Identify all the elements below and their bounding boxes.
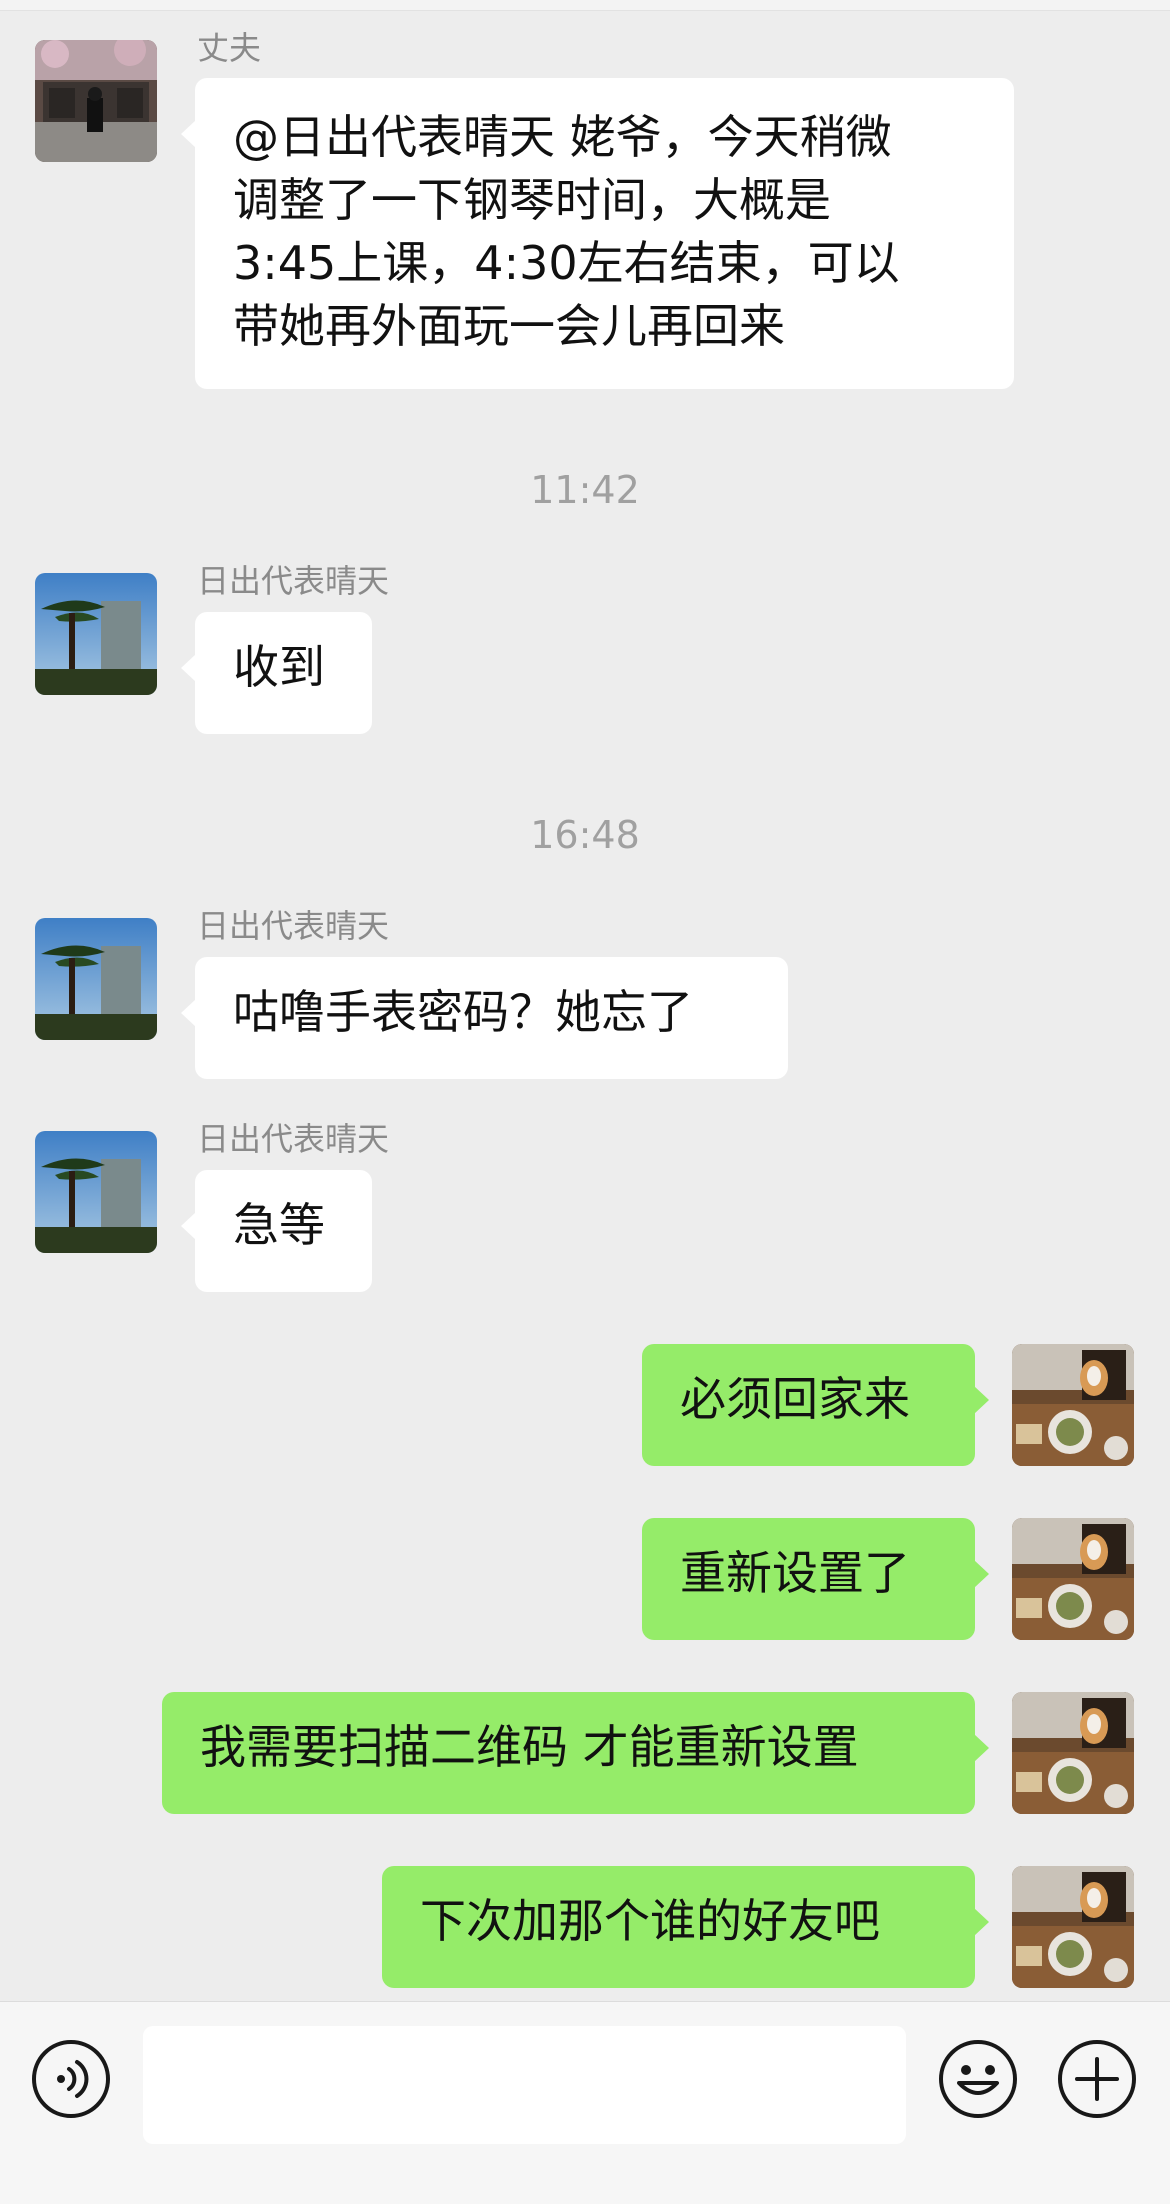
input-bar [0, 2001, 1170, 2204]
emoji-icon[interactable] [938, 2039, 1018, 2119]
timestamp: 16:48 [530, 813, 640, 857]
avatar-me[interactable] [1012, 1344, 1134, 1466]
message-bubble[interactable]: 必须回家来 [642, 1344, 989, 1466]
message-bubble[interactable]: 重新设置了 [642, 1518, 989, 1640]
message-input[interactable] [143, 2026, 906, 2144]
avatar-sunrise[interactable] [35, 1131, 157, 1253]
avatar-me[interactable] [1012, 1692, 1134, 1814]
sender-name: 日出代表晴天 [197, 907, 390, 945]
avatar-husband[interactable] [35, 40, 157, 162]
avatar-me[interactable] [1012, 1518, 1134, 1640]
top-divider [0, 0, 1170, 11]
message-bubble[interactable]: 收到 [181, 612, 372, 734]
timestamp: 11:42 [530, 468, 640, 512]
voice-icon[interactable] [31, 2039, 111, 2119]
message-bubble[interactable]: 咕噜手表密码？她忘了 [181, 957, 788, 1079]
message-bubble[interactable]: 我需要扫描二维码 才能重新设置 [162, 1692, 989, 1814]
sender-name: 日出代表晴天 [197, 1120, 390, 1158]
avatar-sunrise[interactable] [35, 573, 157, 695]
sender-name: 丈夫 [197, 29, 262, 67]
avatar-sunrise[interactable] [35, 918, 157, 1040]
sender-name: 日出代表晴天 [197, 562, 390, 600]
message-bubble[interactable]: 急等 [181, 1170, 372, 1292]
avatar-me[interactable] [1012, 1866, 1134, 1988]
message-bubble[interactable]: 下次加那个谁的好友吧 [382, 1866, 989, 1988]
message-bubble[interactable]: @日出代表晴天 姥爷，今天稍微 调整了一下钢琴时间，大概是 3:45上课，4:3… [181, 78, 1014, 389]
plus-icon[interactable] [1057, 2039, 1137, 2119]
